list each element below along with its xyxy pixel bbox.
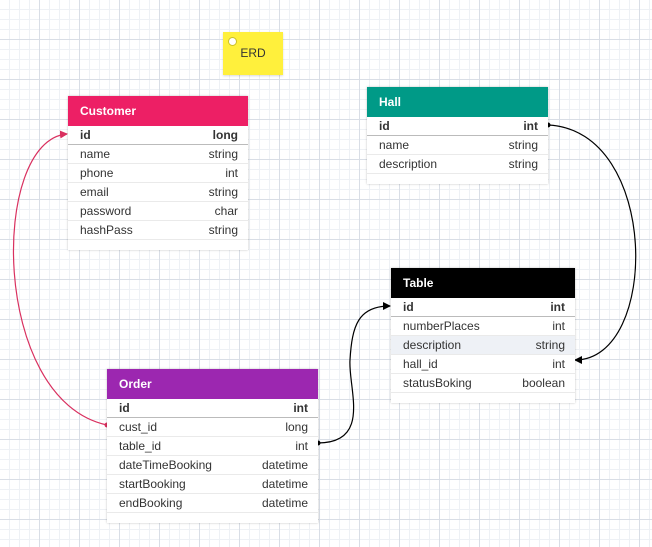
field-type: boolean <box>522 376 565 390</box>
field-row-name[interactable]: name string <box>367 136 548 155</box>
field-name: hall_id <box>403 357 438 371</box>
link-order-table-id-to-table-id <box>317 302 391 444</box>
field-row-hall-id[interactable]: hall_id int <box>391 355 575 374</box>
entity-footer <box>367 174 548 184</box>
entity-footer <box>107 513 318 523</box>
field-name: email <box>80 185 109 199</box>
entity-footer <box>391 393 575 403</box>
field-row-numberplaces[interactable]: numberPlaces int <box>391 317 575 336</box>
field-list: id int cust_id long table_id int dateTimeBooki… <box>107 399 318 513</box>
field-name: statusBoking <box>403 376 472 390</box>
field-list: id long name string phone int email string passw… <box>68 126 248 240</box>
entity-header: Table <box>391 268 575 298</box>
field-type: int <box>552 357 565 371</box>
field-name: id <box>403 300 414 314</box>
field-row-datetimebooking[interactable]: dateTimeBooking datetime <box>107 456 318 475</box>
field-row-hashpass[interactable]: hashPass string <box>68 221 248 240</box>
field-name: id <box>119 401 130 415</box>
field-list: id int numberPlaces int description string hal… <box>391 298 575 393</box>
field-row-description[interactable]: description string <box>391 336 575 355</box>
field-row-id[interactable]: id int <box>107 399 318 418</box>
field-type: long <box>285 420 308 434</box>
field-type: int <box>550 300 565 314</box>
field-name: password <box>80 204 132 218</box>
field-type: datetime <box>261 458 308 472</box>
field-type: string <box>508 138 538 152</box>
field-type: int <box>293 401 308 415</box>
field-row-description[interactable]: description string <box>367 155 548 174</box>
field-type: int <box>225 166 238 180</box>
note-text: ERD <box>240 46 266 60</box>
field-row-id[interactable]: id int <box>391 298 575 317</box>
note-pin-icon <box>228 37 237 46</box>
field-row-startbooking[interactable]: startBooking datetime <box>107 475 318 494</box>
field-row-id[interactable]: id long <box>68 126 248 145</box>
field-type: int <box>523 119 538 133</box>
field-row-cust-id[interactable]: cust_id long <box>107 418 318 437</box>
field-name: description <box>403 338 462 352</box>
field-name: startBooking <box>119 477 186 491</box>
erd-note[interactable]: ERD <box>223 32 283 75</box>
field-type: datetime <box>261 496 308 510</box>
field-type: string <box>208 223 238 237</box>
field-type: int <box>295 439 308 453</box>
field-type: datetime <box>261 477 308 491</box>
entity-customer[interactable]: Customer id long name string phone int email st… <box>68 96 248 250</box>
field-list: id int name string description string <box>367 117 548 174</box>
field-type: string <box>508 157 538 171</box>
field-name: table_id <box>119 439 162 453</box>
field-name: endBooking <box>119 496 183 510</box>
field-row-statusboking[interactable]: statusBoking boolean <box>391 374 575 393</box>
field-name: hashPass <box>80 223 133 237</box>
field-type: long <box>212 128 238 142</box>
field-name: dateTimeBooking <box>119 458 212 472</box>
field-type: int <box>552 319 565 333</box>
field-name: id <box>379 119 390 133</box>
field-row-phone[interactable]: phone int <box>68 164 248 183</box>
field-type: string <box>208 147 238 161</box>
field-type: string <box>208 185 238 199</box>
field-type: string <box>535 338 565 352</box>
entity-hall[interactable]: Hall id int name string description string <box>367 87 548 184</box>
field-name: phone <box>80 166 114 180</box>
entity-header: Order <box>107 369 318 399</box>
field-row-id[interactable]: id int <box>367 117 548 136</box>
field-name: cust_id <box>119 420 158 434</box>
entity-header: Hall <box>367 87 548 117</box>
field-name: name <box>379 138 410 152</box>
field-row-endbooking[interactable]: endBooking datetime <box>107 494 318 513</box>
field-type: char <box>214 204 238 218</box>
entity-footer <box>68 240 248 250</box>
entity-table[interactable]: Table id int numberPlaces int description str… <box>391 268 575 403</box>
field-name: description <box>379 157 438 171</box>
field-row-name[interactable]: name string <box>68 145 248 164</box>
entity-header: Customer <box>68 96 248 126</box>
entity-order[interactable]: Order id int cust_id long table_id int dateTim… <box>107 369 318 523</box>
field-row-password[interactable]: password char <box>68 202 248 221</box>
field-name: numberPlaces <box>403 319 480 333</box>
field-name: id <box>80 128 91 142</box>
field-row-email[interactable]: email string <box>68 183 248 202</box>
field-row-table-id[interactable]: table_id int <box>107 437 318 456</box>
field-name: name <box>80 147 111 161</box>
